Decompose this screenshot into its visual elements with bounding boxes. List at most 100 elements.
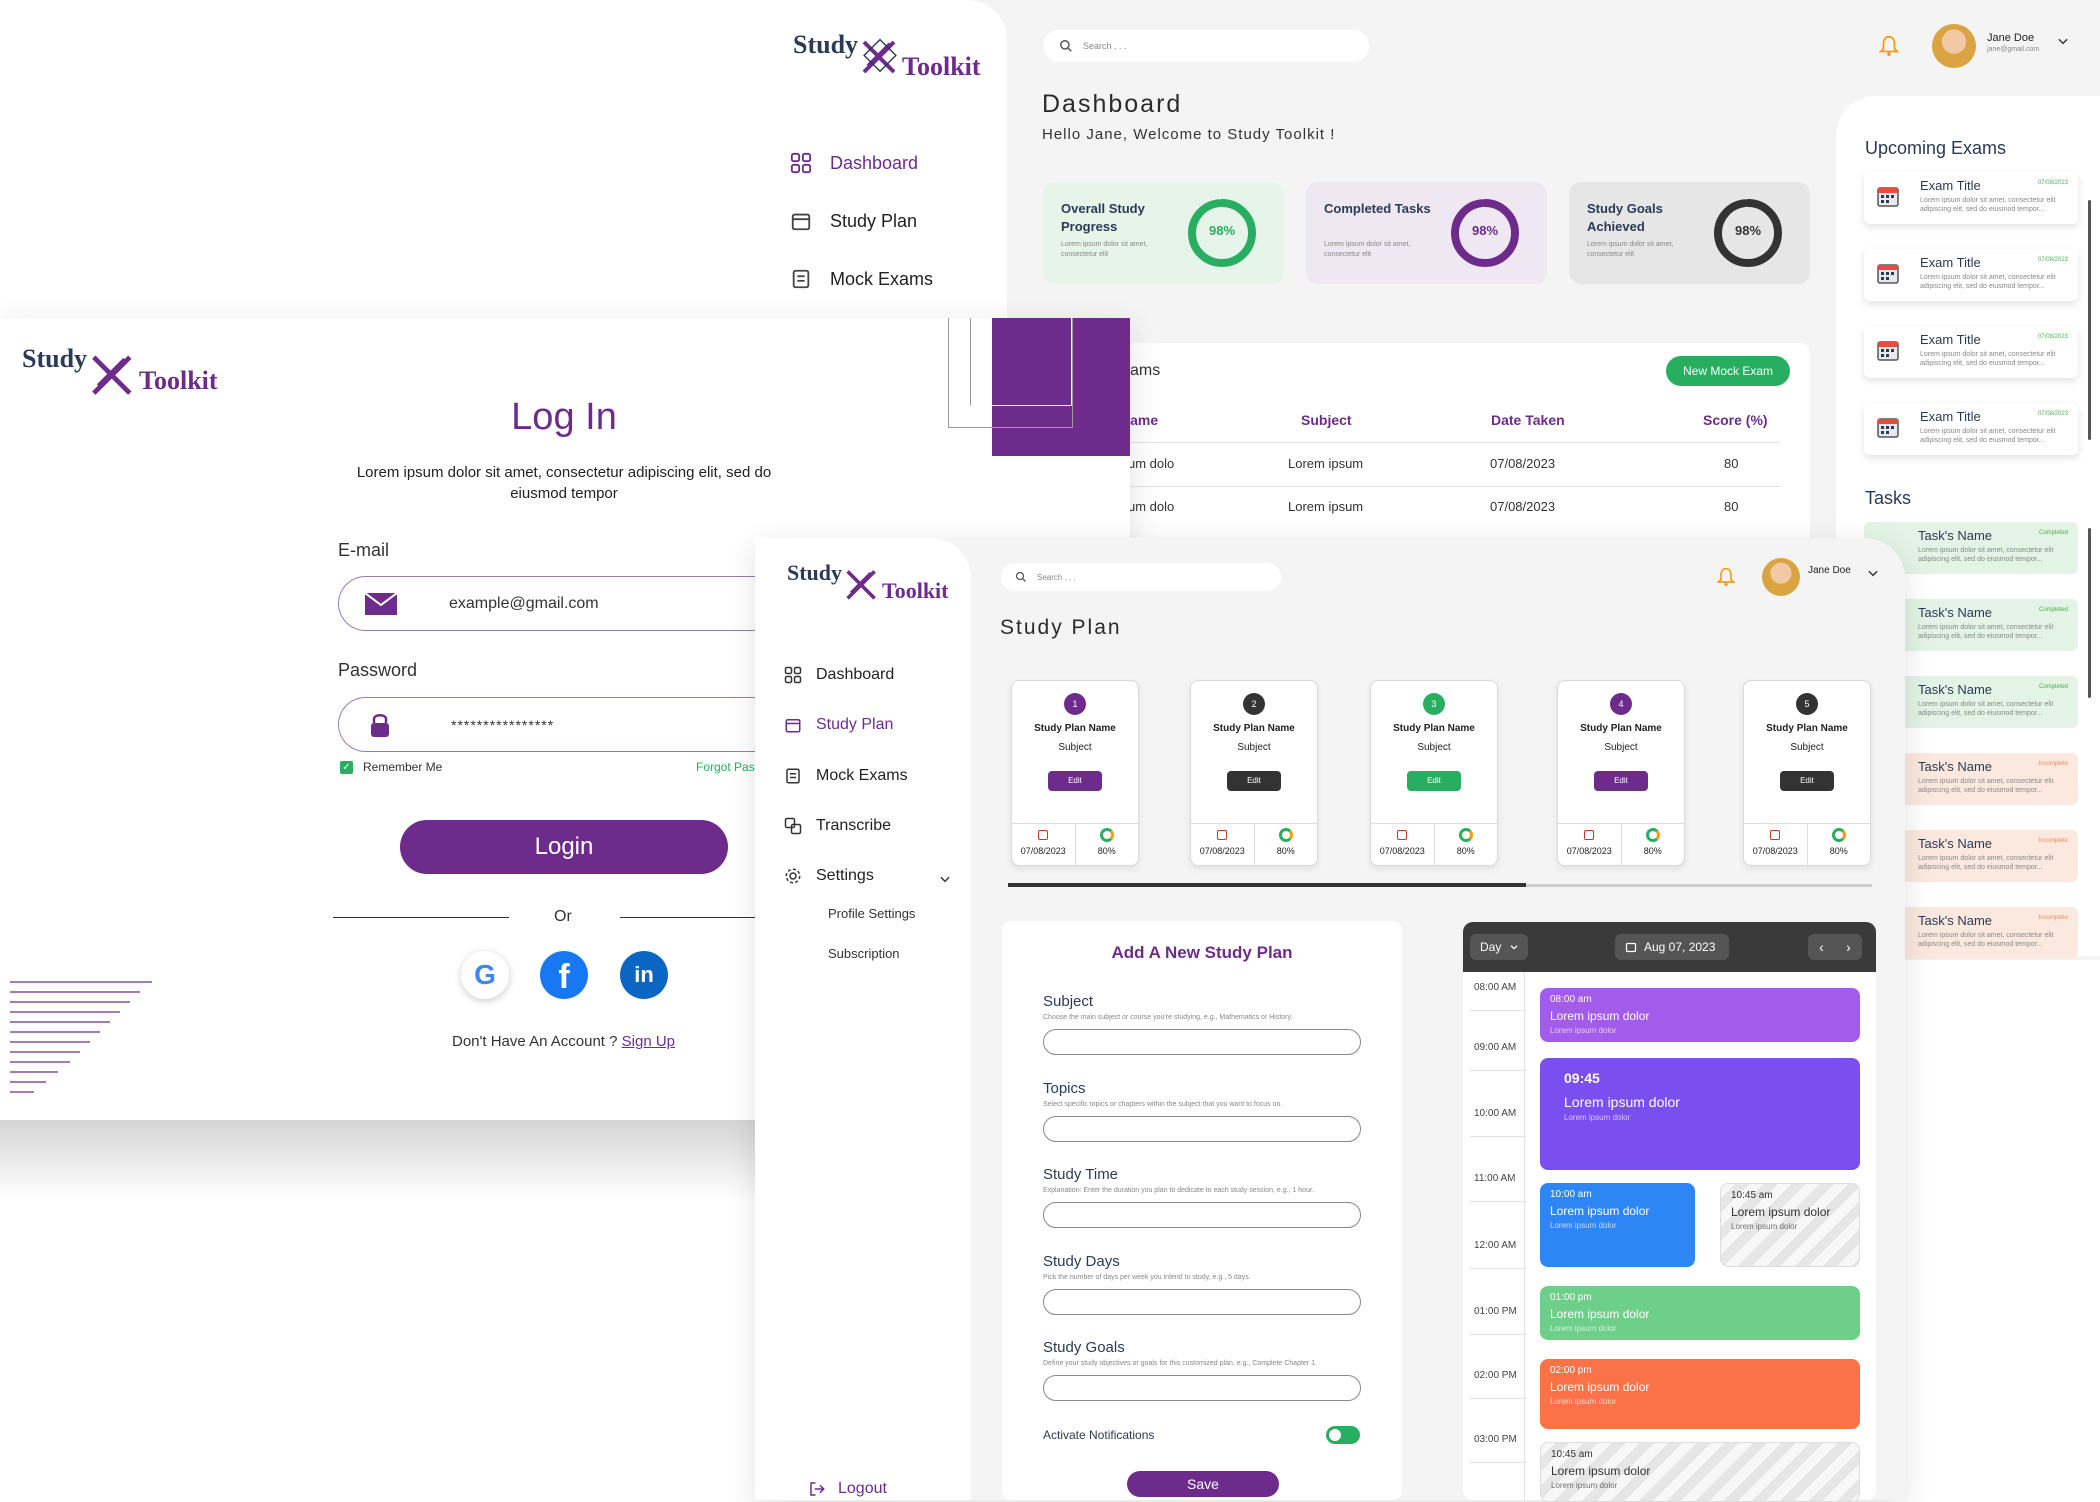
date-picker[interactable]: Aug 07, 2023 — [1615, 934, 1729, 960]
study-plan-card[interactable]: 4 Study Plan Name Subject Edit 07/08/202… — [1557, 680, 1685, 866]
study-plan-card[interactable]: 2 Study Plan Name Subject Edit 07/08/202… — [1190, 680, 1318, 866]
user-avatar[interactable] — [1932, 24, 1976, 68]
field-input[interactable] — [1043, 1375, 1361, 1401]
event-subtitle: Lorem ipsum dolor — [1731, 1222, 1798, 1231]
progress-ring-icon — [1645, 828, 1660, 842]
notification-bell-icon[interactable] — [1878, 34, 1900, 58]
sp-search-bar[interactable]: Search . . . — [1001, 563, 1281, 591]
sp-nav-settings[interactable]: Settings — [784, 867, 874, 885]
calendar-event[interactable]: 10:00 am Lorem ipsum dolor Lorem ipsum d… — [1540, 1183, 1695, 1267]
dash-nav-dashboard[interactable]: Dashboard — [790, 152, 918, 174]
time-gridline — [1470, 1201, 1526, 1202]
grid-icon — [790, 152, 812, 174]
signup-link[interactable]: Sign Up — [622, 1033, 675, 1050]
calendar-event[interactable]: 10:45 am Lorem ipsum dolor Lorem ipsum d… — [1540, 1442, 1860, 1502]
progress-ring-icon — [1278, 828, 1293, 842]
dash-search-bar[interactable]: Search . . . — [1043, 30, 1369, 62]
toggle-knob — [1329, 1429, 1341, 1441]
calendar-icon — [1584, 830, 1595, 840]
right-panel-scrollbar[interactable] — [2088, 200, 2091, 440]
exam-item[interactable]: Exam Title 07/08/2023 Lorem ipsum dolor … — [1864, 172, 2078, 224]
form-field: Topics Select specific topics or chapter… — [1043, 1080, 1361, 1142]
plan-subject: Subject — [1058, 742, 1092, 753]
edit-button[interactable]: Edit — [1407, 771, 1461, 791]
sp-nav-transcribe[interactable]: Transcribe — [784, 817, 891, 835]
calendar-event[interactable]: 01:00 pm Lorem ipsum dolor Lorem ipsum d… — [1540, 1286, 1860, 1340]
notifications-toggle[interactable] — [1326, 1426, 1360, 1444]
field-input[interactable] — [1043, 1029, 1361, 1055]
field-input[interactable] — [1043, 1202, 1361, 1228]
edit-button[interactable]: Edit — [1780, 771, 1834, 791]
linkedin-icon: in — [634, 962, 654, 987]
exam-desc: Lorem ipsum dolor sit amet, consectetur … — [1920, 428, 2056, 445]
time-gridline — [1470, 1010, 1526, 1011]
edit-button[interactable]: Edit — [1594, 771, 1648, 791]
event-time: 02:00 pm — [1550, 1365, 1592, 1376]
forgot-password-link[interactable]: Forgot Pas — [696, 760, 755, 774]
remember-me[interactable]: ✓ Remember Me — [340, 760, 442, 774]
edit-button[interactable]: Edit — [1048, 771, 1102, 791]
time-label: 03:00 PM — [1474, 1434, 1517, 1445]
view-select[interactable]: Day — [1470, 934, 1528, 960]
edit-button[interactable]: Edit — [1227, 771, 1281, 791]
chevron-left-icon[interactable]: ‹ — [1819, 939, 1824, 955]
linkedin-login-button[interactable]: in — [620, 951, 668, 999]
exam-item[interactable]: Exam Title 07/08/2023 Lorem ipsum dolor … — [1864, 249, 2078, 301]
dash-nav-mock-exams[interactable]: Mock Exams — [790, 268, 933, 290]
logout-button[interactable]: Logout — [808, 1480, 887, 1498]
user-avatar[interactable] — [1762, 558, 1800, 596]
new-mock-exam-button[interactable]: New Mock Exam — [1666, 356, 1790, 386]
event-time: 01:00 pm — [1550, 1292, 1592, 1303]
chevron-down-icon[interactable] — [1866, 566, 1880, 580]
chevron-down-icon[interactable] — [938, 872, 952, 886]
sp-nav-profile-settings[interactable]: Profile Settings — [828, 906, 915, 921]
study-plan-card[interactable]: 1 Study Plan Name Subject Edit 07/08/202… — [1011, 680, 1139, 866]
plan-number: 5 — [1796, 693, 1818, 715]
google-login-button[interactable]: G — [461, 951, 509, 999]
field-description: Define your study objectives or goals fo… — [1043, 1360, 1317, 1367]
stat-card[interactable]: Completed Tasks Lorem ipsum dolor sit am… — [1306, 182, 1547, 284]
remember-checkbox[interactable]: ✓ — [340, 760, 353, 774]
chevron-down-icon[interactable] — [2056, 34, 2070, 48]
table-divider — [1100, 442, 1780, 443]
login-button[interactable]: Login — [400, 820, 728, 874]
nav-label: Settings — [816, 867, 874, 884]
sp-nav-dashboard[interactable]: Dashboard — [784, 666, 894, 684]
exam-item[interactable]: Exam Title 07/08/2023 Lorem ipsum dolor … — [1864, 326, 2078, 378]
plan-number: 2 — [1243, 693, 1265, 715]
table-divider — [1100, 486, 1780, 487]
task-name: Task's Name — [1918, 605, 1993, 620]
nav-label: Dashboard — [830, 152, 919, 173]
study-plan-card[interactable]: 5 Study Plan Name Subject Edit 07/08/202… — [1743, 680, 1871, 866]
save-button[interactable]: Save — [1127, 1471, 1279, 1497]
calendar-event[interactable]: 09:45 Lorem ipsum dolor Lorem ipsum dolo… — [1540, 1058, 1860, 1170]
field-input[interactable] — [1043, 1288, 1361, 1315]
facebook-login-button[interactable]: f — [540, 951, 588, 999]
tasks-scrollbar[interactable] — [2088, 528, 2091, 698]
dash-nav-study-plan[interactable]: Study Plan — [790, 210, 917, 232]
calendar-icon — [1038, 830, 1049, 840]
chevron-right-icon[interactable]: › — [1846, 939, 1851, 955]
col-score: Score (%) — [1703, 412, 1768, 428]
stat-card[interactable]: Study Goals Achieved Lorem ipsum dolor s… — [1569, 182, 1810, 284]
or-divider-right — [620, 917, 760, 918]
study-plan-card[interactable]: 3 Study Plan Name Subject Edit 07/08/202… — [1370, 680, 1498, 866]
calendar-event[interactable]: 08:00 am Lorem ipsum dolor Lorem ipsum d… — [1540, 988, 1860, 1042]
notification-bell-icon[interactable] — [1716, 566, 1736, 588]
sp-nav-subscription[interactable]: Subscription — [828, 946, 900, 961]
event-subtitle: Lorem ipsum dolor — [1564, 1113, 1631, 1122]
calendar-event[interactable]: 10:45 am Lorem ipsum dolor Lorem ipsum d… — [1720, 1183, 1860, 1267]
cards-scroll-thumb[interactable] — [1008, 883, 1527, 887]
email-field[interactable]: example@gmail.com — [338, 576, 798, 631]
sp-nav-study-plan[interactable]: Study Plan — [784, 716, 893, 734]
stat-card[interactable]: Overall Study Progress Lorem ipsum dolor… — [1043, 182, 1284, 284]
exam-desc: Lorem ipsum dolor sit amet, consectetur … — [1920, 351, 2056, 368]
calendar-event[interactable]: 02:00 pm Lorem ipsum dolor Lorem ipsum d… — [1540, 1359, 1860, 1429]
time-gridline — [1470, 1398, 1526, 1399]
field-input[interactable] — [1043, 1115, 1361, 1142]
password-field[interactable]: **************** — [338, 697, 798, 752]
sp-nav-mock-exams[interactable]: Mock Exams — [784, 767, 908, 785]
exam-item[interactable]: Exam Title 07/08/2023 Lorem ipsum dolor … — [1864, 403, 2078, 455]
logo-pencil-icon — [846, 570, 876, 600]
upcoming-exams-title: Upcoming Exams — [1865, 138, 2007, 158]
